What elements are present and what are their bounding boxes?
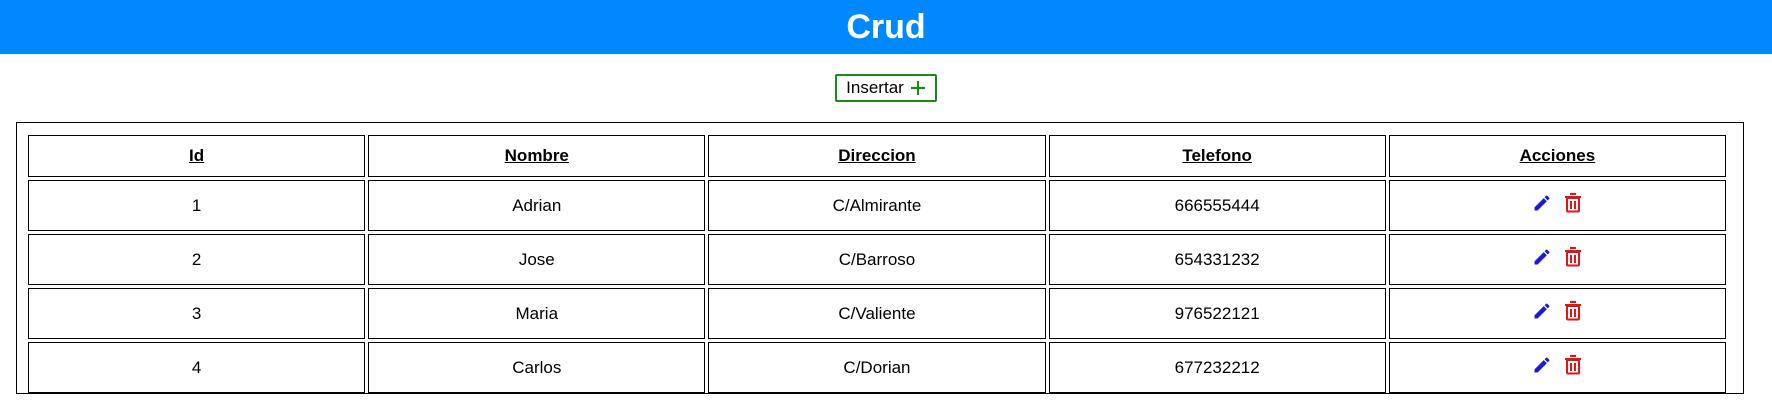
cell-direccion: C/Dorian (708, 342, 1046, 393)
row-actions (1532, 355, 1582, 375)
insert-button[interactable]: Insertar (835, 74, 937, 102)
pencil-icon[interactable] (1532, 193, 1552, 213)
page-title: Crud (846, 7, 926, 46)
cell-nombre: Maria (368, 288, 706, 339)
cell-acciones (1388, 288, 1726, 339)
column-header-direccion: Direccion (708, 135, 1046, 177)
cell-id: 1 (28, 180, 366, 231)
toolbar: Insertar (0, 74, 1772, 102)
column-header-acciones: Acciones (1388, 135, 1726, 177)
row-actions (1532, 193, 1582, 213)
cell-telefono: 976522121 (1048, 288, 1386, 339)
cell-id: 3 (28, 288, 366, 339)
pencil-icon[interactable] (1532, 301, 1552, 321)
column-header-id: Id (28, 135, 366, 177)
cell-acciones (1388, 234, 1726, 285)
row-actions (1532, 301, 1582, 321)
cell-nombre: Jose (368, 234, 706, 285)
table-row: 3 Maria C/Valiente 976522121 (28, 288, 1726, 339)
cell-direccion: C/Valiente (708, 288, 1046, 339)
data-table: Id Nombre Direccion Telefono Acciones 1A… (25, 132, 1729, 396)
table-row: 4 Carlos C/Dorian 677232212 (28, 342, 1726, 393)
cell-acciones (1388, 180, 1726, 231)
cell-telefono: 677232212 (1048, 342, 1386, 393)
column-header-telefono: Telefono (1048, 135, 1386, 177)
cell-telefono: 654331232 (1048, 234, 1386, 285)
table-row: 2 Jose C/Barroso 654331232 (28, 234, 1726, 285)
trash-icon[interactable] (1564, 301, 1582, 321)
column-header-nombre: Nombre (368, 135, 706, 177)
cell-id: 2 (28, 234, 366, 285)
cell-direccion: C/Barroso (708, 234, 1046, 285)
table-header-row: Id Nombre Direccion Telefono Acciones (28, 135, 1726, 177)
row-actions (1532, 247, 1582, 267)
cell-telefono: 666555444 (1048, 180, 1386, 231)
trash-icon[interactable] (1564, 193, 1582, 213)
app-header: Crud (0, 0, 1772, 54)
table-container: Id Nombre Direccion Telefono Acciones 1A… (16, 122, 1744, 394)
cell-nombre: Carlos (368, 342, 706, 393)
cell-nombre: Adrian (368, 180, 706, 231)
plus-icon (910, 81, 925, 95)
cell-direccion: C/Almirante (708, 180, 1046, 231)
pencil-icon[interactable] (1532, 247, 1552, 267)
cell-acciones (1388, 342, 1726, 393)
trash-icon[interactable] (1564, 247, 1582, 267)
trash-icon[interactable] (1564, 355, 1582, 375)
table-row: 1 Adrian C/Almirante 666555444 (28, 180, 1726, 231)
insert-button-label: Insertar (846, 78, 904, 97)
pencil-icon[interactable] (1532, 355, 1552, 375)
cell-id: 4 (28, 342, 366, 393)
